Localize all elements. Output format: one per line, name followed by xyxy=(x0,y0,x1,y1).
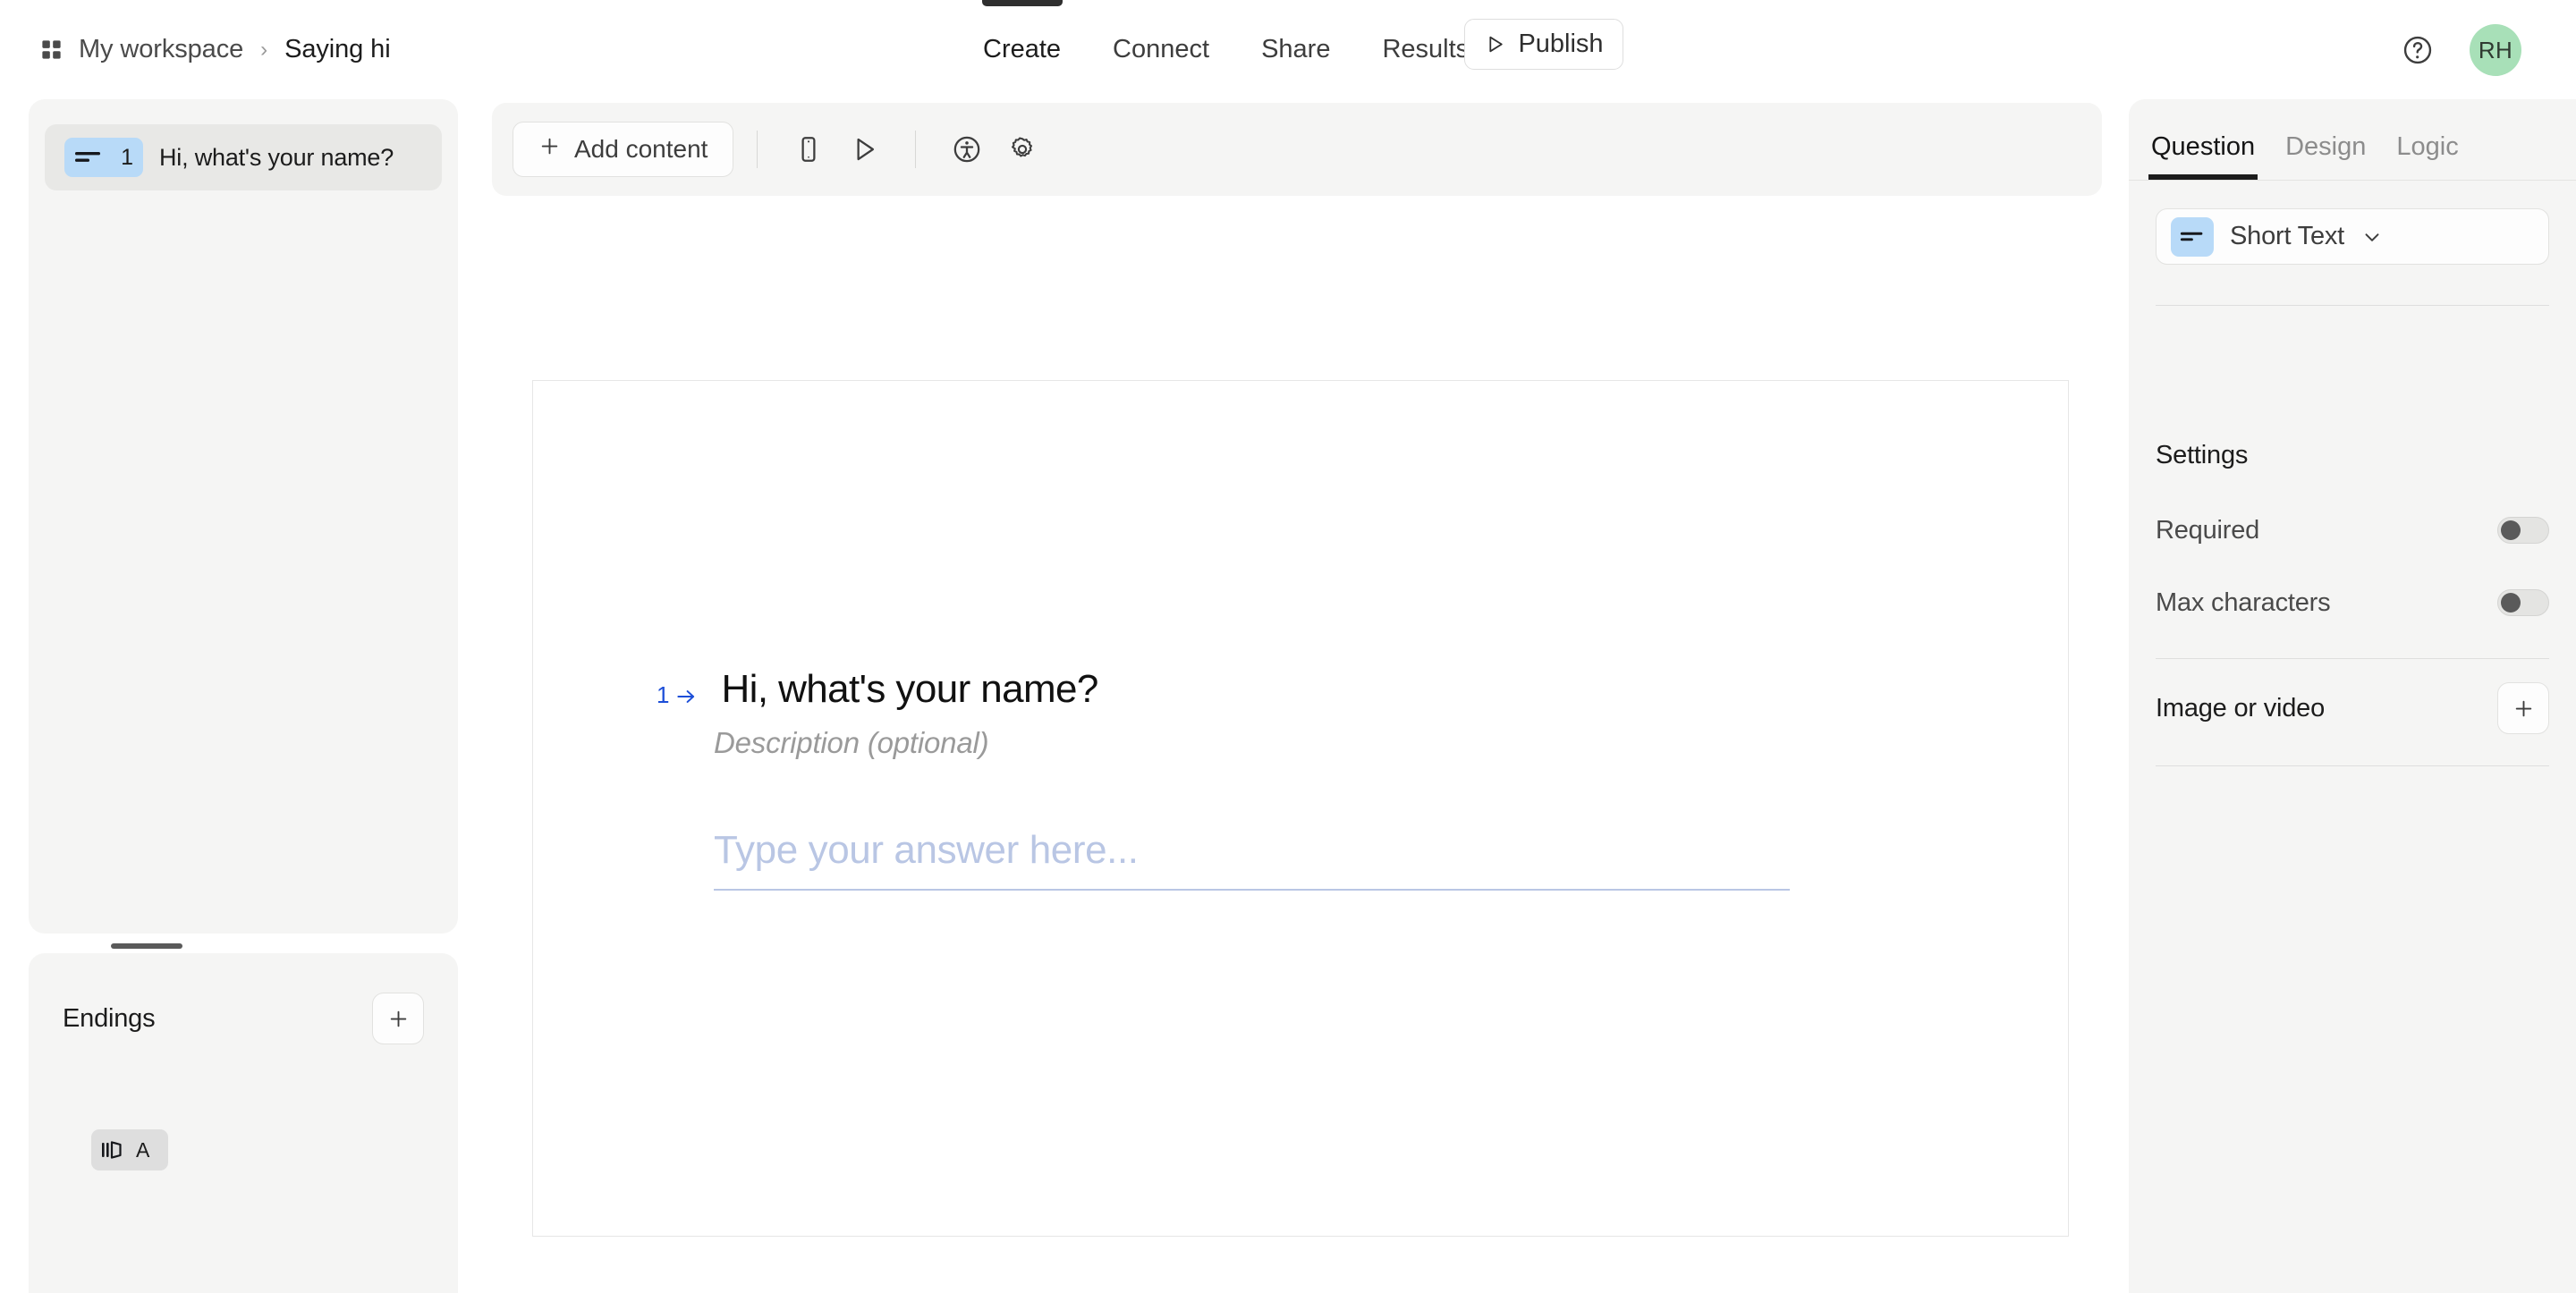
question-title: Hi, what's your name? xyxy=(159,143,394,171)
publish-button-label: Publish xyxy=(1518,30,1604,58)
help-circle-icon[interactable] xyxy=(2402,34,2434,66)
chevron-down-icon xyxy=(2360,225,2384,249)
breadcrumb-workspace-link[interactable]: My workspace xyxy=(79,35,243,64)
accessibility-icon[interactable] xyxy=(939,122,995,177)
question-type-value: Short Text xyxy=(2230,222,2345,250)
sidebar-resize-handle[interactable] xyxy=(111,943,182,949)
panel-divider xyxy=(2156,658,2549,659)
answer-placeholder-text: Type your answer here... xyxy=(714,828,1139,872)
main-nav-tabs: Create Connect Share Results xyxy=(957,0,1495,99)
endings-header: Endings xyxy=(63,993,424,1044)
tab-logic[interactable]: Logic xyxy=(2394,132,2461,180)
mobile-preview-icon[interactable] xyxy=(781,122,836,177)
setting-row-max-characters: Max characters xyxy=(2156,585,2549,621)
exit-door-icon xyxy=(100,1139,127,1161)
add-ending-button[interactable] xyxy=(372,993,424,1044)
ending-letter: A xyxy=(136,1137,150,1162)
question-block: 1 Hi, what's your name? Description (opt… xyxy=(657,667,1819,760)
toolbar-divider xyxy=(915,131,917,168)
toggle-max-characters[interactable] xyxy=(2497,589,2549,616)
questions-panel: 1 Hi, what's your name? xyxy=(29,99,458,934)
question-heading-row: 1 Hi, what's your name? xyxy=(657,667,1819,712)
setting-label-max-characters: Max characters xyxy=(2156,587,2331,617)
answer-underline xyxy=(714,889,1790,891)
answer-input-preview[interactable]: Type your answer here... xyxy=(714,828,1790,891)
sidebar-question-item[interactable]: 1 Hi, what's your name? xyxy=(45,124,442,190)
editor-toolbar: Add content xyxy=(492,103,2102,196)
play-outline-icon xyxy=(1484,33,1506,55)
endings-panel: Endings A xyxy=(29,953,458,1293)
toggle-knob xyxy=(2501,593,2521,613)
question-type-select[interactable]: Short Text xyxy=(2156,208,2549,265)
app-header: My workspace › Saying hi Create Connect … xyxy=(0,0,2576,99)
editor-canvas: 1 Hi, what's your name? Description (opt… xyxy=(492,196,2102,1293)
settings-section-title: Settings xyxy=(2156,441,2249,469)
tab-design[interactable]: Design xyxy=(2283,132,2368,180)
panel-divider xyxy=(2156,305,2549,306)
plus-icon xyxy=(387,1008,410,1030)
properties-tabs-divider xyxy=(2129,180,2576,181)
question-type-badge: 1 xyxy=(64,138,143,177)
breadcrumb: My workspace › Saying hi xyxy=(39,0,391,99)
plus-icon xyxy=(2512,697,2535,720)
question-preview-card: 1 Hi, what's your name? Description (opt… xyxy=(532,380,2069,1237)
add-content-label: Add content xyxy=(574,135,708,163)
plus-icon xyxy=(538,135,561,164)
publish-button[interactable]: Publish xyxy=(1464,19,1623,70)
question-description-placeholder[interactable]: Description (optional) xyxy=(714,726,1819,760)
properties-tabs: Question Design Logic xyxy=(2148,115,2487,180)
nav-tab-create[interactable]: Create xyxy=(957,0,1087,99)
ending-item[interactable]: A xyxy=(91,1129,168,1170)
breadcrumb-form-title[interactable]: Saying hi xyxy=(284,35,391,64)
setting-label-required: Required xyxy=(2156,515,2260,545)
arrow-right-icon xyxy=(674,667,721,708)
add-media-button[interactable] xyxy=(2497,682,2549,734)
play-preview-icon[interactable] xyxy=(836,122,892,177)
question-number: 1 xyxy=(121,144,133,170)
image-or-video-row: Image or video xyxy=(2156,680,2549,736)
short-text-icon xyxy=(74,149,103,165)
nav-tab-connect[interactable]: Connect xyxy=(1087,0,1235,99)
panel-divider xyxy=(2156,765,2549,766)
tab-question[interactable]: Question xyxy=(2148,132,2258,180)
avatar-initials: RH xyxy=(2478,36,2513,63)
grid-icon xyxy=(39,38,64,62)
image-or-video-label: Image or video xyxy=(2156,693,2326,723)
short-text-icon xyxy=(2171,216,2214,257)
settings-gear-icon[interactable] xyxy=(995,122,1050,177)
toggle-knob xyxy=(2501,520,2521,540)
question-index: 1 xyxy=(657,681,670,708)
setting-row-required: Required xyxy=(2156,512,2549,548)
add-content-button[interactable]: Add content xyxy=(513,122,734,177)
user-avatar[interactable]: RH xyxy=(2470,24,2521,76)
properties-panel: Question Design Logic Short Text Setting… xyxy=(2129,99,2576,1293)
toggle-required[interactable] xyxy=(2497,517,2549,544)
toolbar-divider xyxy=(757,131,758,168)
nav-tab-share[interactable]: Share xyxy=(1235,0,1356,99)
question-heading-text[interactable]: Hi, what's your name? xyxy=(721,667,1098,712)
breadcrumb-separator: › xyxy=(260,37,268,62)
endings-title: Endings xyxy=(63,1003,156,1033)
